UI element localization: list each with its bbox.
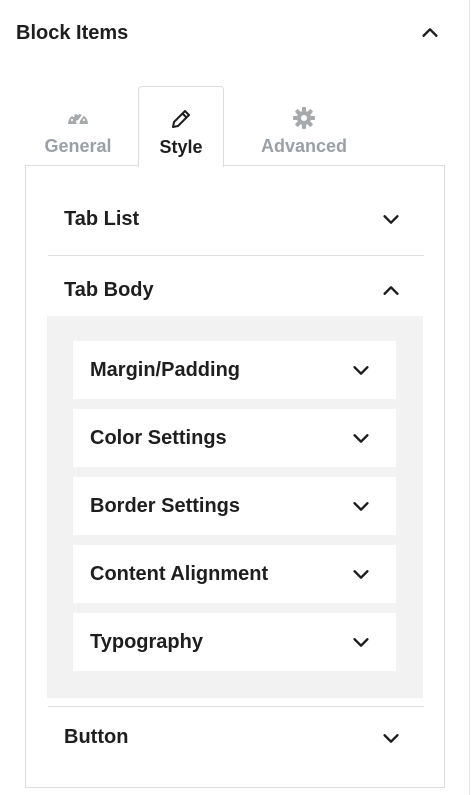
section-button-label: Button (64, 726, 129, 748)
chevron-up-icon[interactable] (419, 22, 441, 44)
pencil-icon (169, 107, 193, 131)
color-settings-label: Color Settings (90, 426, 227, 449)
content-alignment-item[interactable]: Content Alignment (73, 545, 396, 603)
dashboard-gauge-icon (66, 106, 90, 130)
tab-general[interactable]: General (35, 86, 121, 166)
tab-style-label: Style (159, 137, 203, 157)
section-tab-body[interactable]: Tab Body (48, 255, 424, 325)
typography-item[interactable]: Typography (73, 613, 396, 671)
chevron-down-icon[interactable] (350, 359, 372, 381)
border-settings-label: Border Settings (90, 494, 241, 517)
border-settings-item[interactable]: Border Settings (73, 477, 396, 535)
tab-advanced-label: Advanced (260, 136, 348, 156)
margin-padding-item[interactable]: Margin/Padding (73, 341, 396, 399)
typography-label: Typography (90, 630, 203, 653)
section-tab-list-label: Tab List (64, 207, 140, 230)
chevron-down-icon[interactable] (380, 208, 402, 230)
section-button[interactable]: Button (48, 706, 424, 768)
chevron-down-icon[interactable] (350, 427, 372, 449)
margin-padding-label: Margin/Padding (90, 358, 240, 381)
chevron-down-icon[interactable] (350, 563, 372, 585)
section-tab-list[interactable]: Tab List (48, 184, 424, 254)
chevron-up-icon[interactable] (380, 280, 402, 302)
gear-icon (292, 106, 316, 130)
chevron-down-icon[interactable] (350, 631, 372, 653)
block-items-panel: Block Items General Style Advanced Tab L… (0, 0, 470, 795)
tab-bar: General Style Advanced (25, 86, 445, 167)
content-alignment-label: Content Alignment (90, 562, 269, 585)
color-settings-item[interactable]: Color Settings (73, 409, 396, 467)
style-tab-content: Tab List Tab Body Margin/Padding Color S… (25, 165, 445, 788)
section-tab-body-label: Tab Body (64, 279, 154, 301)
chevron-down-icon[interactable] (380, 727, 402, 749)
tab-style[interactable]: Style (138, 86, 224, 167)
tab-body-settings: Margin/Padding Color Settings Border Set… (47, 316, 423, 698)
tab-general-label: General (44, 136, 112, 156)
panel-title: Block Items (16, 21, 129, 44)
tab-advanced[interactable]: Advanced (247, 86, 361, 166)
block-items-header[interactable]: Block Items (0, 0, 469, 66)
chevron-down-icon[interactable] (350, 495, 372, 517)
